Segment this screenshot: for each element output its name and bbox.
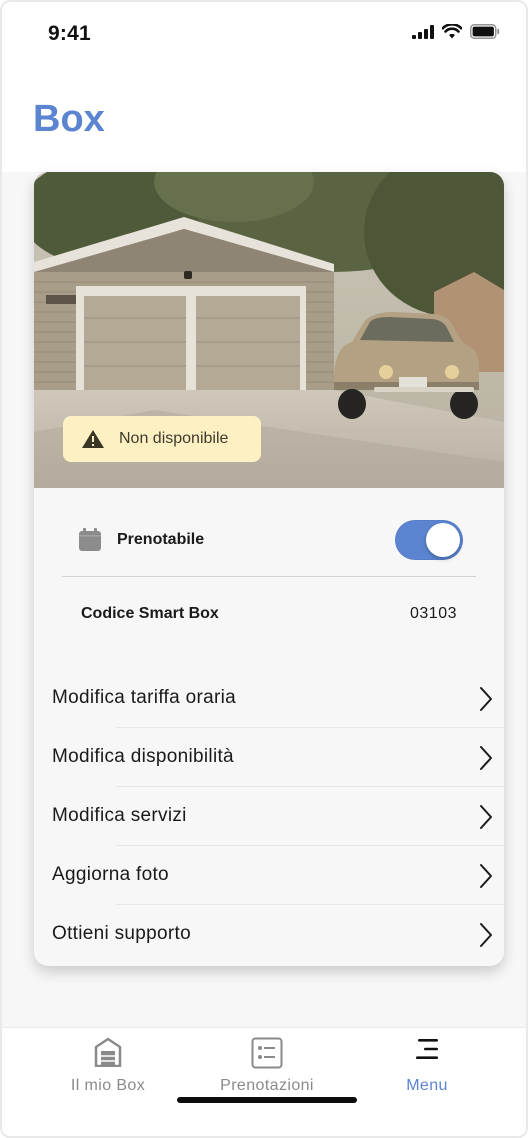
- page-title: Box: [33, 98, 105, 140]
- chevron-right-icon: [478, 686, 494, 717]
- header: Box: [2, 68, 526, 172]
- menu-item-label: Modifica servizi: [52, 805, 187, 826]
- settings-menu: Modifica tariffa oraria Modifica disponi…: [34, 669, 504, 964]
- home-indicator: [177, 1097, 357, 1103]
- tab-bookings[interactable]: Prenotazioni: [179, 1028, 355, 1108]
- menu-item-label: Modifica tariffa oraria: [52, 687, 236, 708]
- menu-item-label: Ottieni supporto: [52, 923, 191, 944]
- menu-item-edit-hourly-rate[interactable]: Modifica tariffa oraria: [34, 669, 504, 728]
- badge-label: Non disponibile: [119, 430, 229, 447]
- chevron-right-icon: [478, 804, 494, 835]
- status-bar: 9:41: [2, 2, 526, 68]
- battery-icon: [470, 24, 500, 44]
- smart-box-code-row: Codice Smart Box 03103: [81, 605, 457, 629]
- menu-item-edit-availability[interactable]: Modifica disponibilità: [34, 728, 504, 787]
- smart-box-code-value: 03103: [410, 605, 457, 622]
- menu-icon: [414, 1037, 440, 1066]
- bookable-label: Prenotabile: [117, 531, 205, 548]
- list-icon: [251, 1037, 283, 1074]
- signal-icon: [412, 24, 434, 44]
- tab-my-box[interactable]: Il mio Box: [20, 1028, 196, 1108]
- box-card: Non disponibile Prenotabile Codice Smart…: [34, 172, 504, 966]
- unavailable-badge: Non disponibile: [63, 416, 261, 462]
- tab-bar: Il mio Box Prenotazioni Menu: [2, 1027, 526, 1136]
- warning-icon: [81, 429, 105, 449]
- menu-item-update-photo[interactable]: Aggiorna foto: [34, 846, 504, 905]
- status-icons: [412, 23, 500, 44]
- menu-item-label: Modifica disponibilità: [52, 746, 234, 767]
- menu-item-edit-services[interactable]: Modifica servizi: [34, 787, 504, 846]
- calendar-icon: [79, 528, 101, 556]
- menu-item-get-support[interactable]: Ottieni supporto: [34, 905, 504, 964]
- phone-screen: 9:41 Box Non disponibile Prenotabile Cod…: [0, 0, 528, 1138]
- wifi-icon: [441, 23, 463, 44]
- tab-menu[interactable]: Menu: [339, 1028, 515, 1108]
- menu-item-label: Aggiorna foto: [52, 864, 169, 885]
- status-time: 9:41: [48, 22, 91, 45]
- tab-label: Prenotazioni: [220, 1077, 314, 1094]
- chevron-right-icon: [478, 922, 494, 953]
- chevron-right-icon: [478, 863, 494, 894]
- smart-box-code-label: Codice Smart Box: [81, 605, 219, 622]
- tab-label: Menu: [406, 1077, 448, 1094]
- chevron-right-icon: [478, 745, 494, 776]
- garage-photo: Non disponibile: [34, 172, 504, 488]
- bookable-toggle[interactable]: [395, 520, 463, 560]
- garage-icon: [94, 1037, 122, 1072]
- bookable-row: Prenotabile: [62, 502, 476, 577]
- tab-label: Il mio Box: [70, 1077, 146, 1094]
- toggle-knob: [426, 523, 460, 557]
